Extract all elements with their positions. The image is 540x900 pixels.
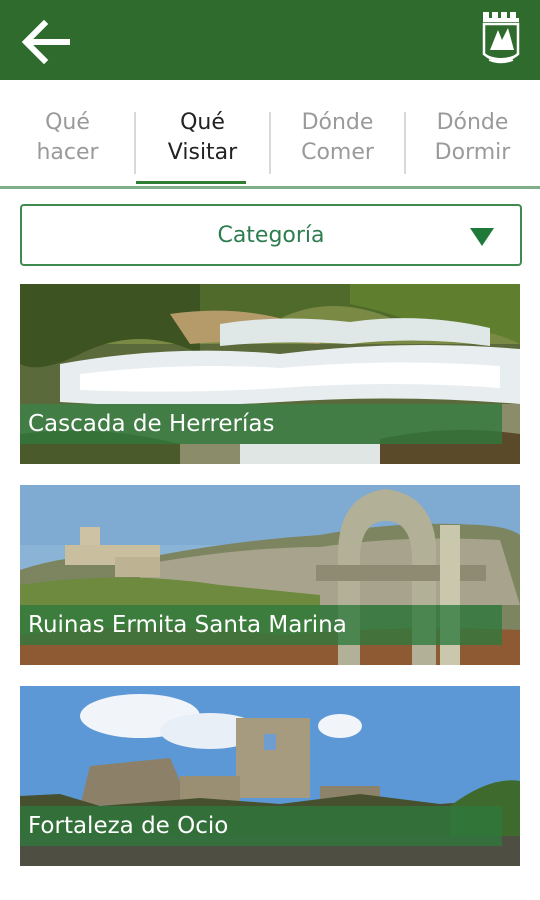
back-button[interactable]: [14, 14, 78, 70]
active-tab-indicator: [136, 181, 246, 184]
caption-bar: Fortaleza de Ocio: [20, 806, 502, 846]
tab-label-line1: Dónde: [301, 110, 374, 135]
tab-que-hacer[interactable]: Qué hacer: [0, 108, 136, 186]
tab-label-line1: Qué: [180, 110, 225, 135]
arrow-left-icon: [21, 20, 70, 64]
section-tabs: Qué hacer Qué Visitar Dónde Comer Dónde …: [0, 108, 540, 186]
place-title: Cascada de Herrerías: [28, 411, 275, 437]
place-card-cascada[interactable]: Cascada de Herrerías: [20, 284, 520, 464]
tab-label-line2: Comer: [301, 140, 374, 165]
tabs-divider: [0, 186, 540, 189]
app-bar: [0, 0, 540, 80]
tab-label-line2: hacer: [36, 140, 99, 165]
caption-bar: Ruinas Ermita Santa Marina: [20, 605, 502, 645]
tab-donde-comer[interactable]: Dónde Comer: [270, 108, 406, 186]
municipal-crest-icon[interactable]: [480, 10, 522, 70]
tab-label-line1: Qué: [45, 110, 90, 135]
category-dropdown[interactable]: Categoría: [20, 204, 522, 266]
tab-que-visitar[interactable]: Qué Visitar: [135, 108, 271, 186]
tab-label-line2: Dormir: [434, 140, 511, 165]
triangle-down-icon: [470, 228, 494, 246]
tab-label-line2: Visitar: [167, 140, 238, 165]
place-card-ermita[interactable]: Ruinas Ermita Santa Marina: [20, 485, 520, 665]
place-card-fortaleza[interactable]: Fortaleza de Ocio: [20, 686, 520, 866]
category-label: Categoría: [217, 222, 325, 248]
caption-bar: Cascada de Herrerías: [20, 404, 502, 444]
tab-donde-dormir[interactable]: Dónde Dormir: [405, 108, 540, 186]
tab-label-line1: Dónde: [436, 110, 509, 135]
place-title: Fortaleza de Ocio: [28, 813, 229, 839]
place-title: Ruinas Ermita Santa Marina: [28, 612, 347, 638]
